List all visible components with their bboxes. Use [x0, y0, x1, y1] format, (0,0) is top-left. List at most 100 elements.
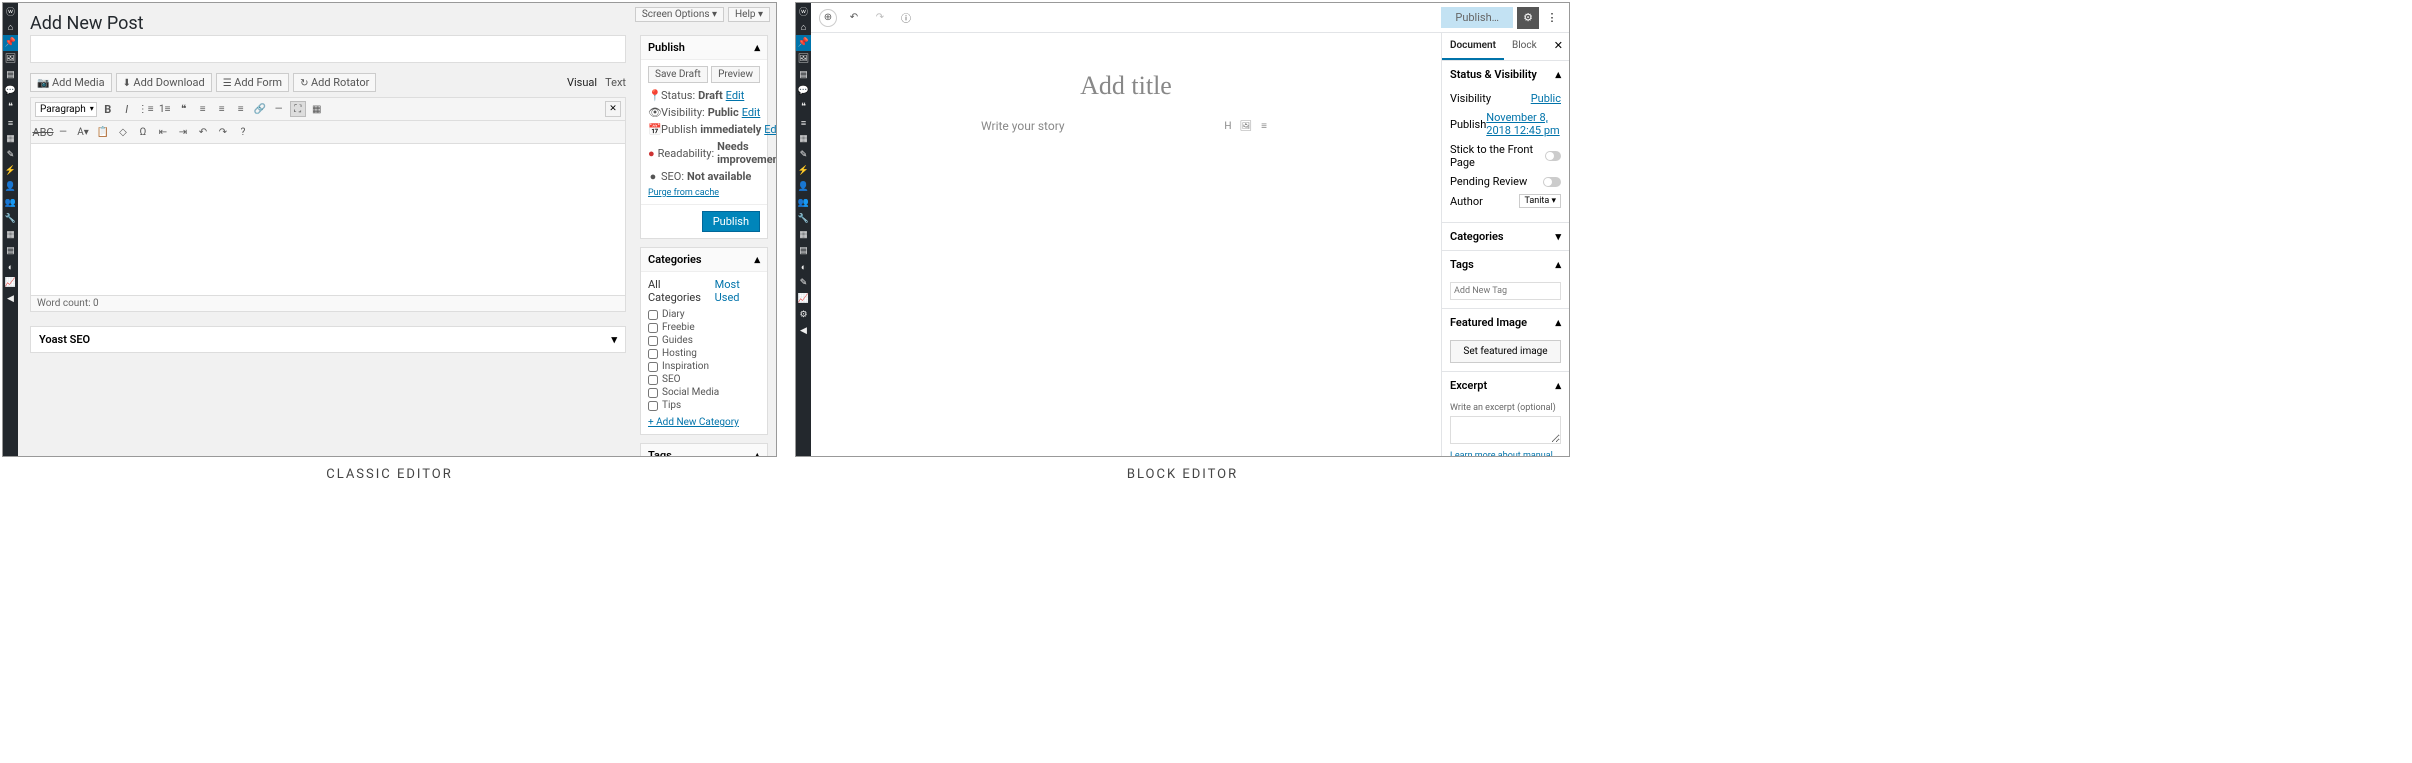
- tbl-icon[interactable]: ▦: [796, 227, 811, 243]
- auth-select[interactable]: Tanita ▾: [1519, 194, 1561, 208]
- cats-most-tab[interactable]: Most Used: [715, 278, 760, 304]
- category-item[interactable]: Hosting: [648, 348, 760, 359]
- cat-checkbox[interactable]: [648, 375, 658, 385]
- users-icon[interactable]: 👥: [3, 195, 18, 211]
- title-placeholder[interactable]: Add title: [811, 71, 1441, 101]
- block-tab[interactable]: Block: [1504, 33, 1545, 60]
- toolbar-toggle-icon[interactable]: ▦: [309, 101, 325, 117]
- feat-toggle[interactable]: ▴: [1555, 316, 1561, 329]
- cat-checkbox[interactable]: [648, 349, 658, 359]
- pend-toggle[interactable]: [1543, 177, 1561, 187]
- image-icon[interactable]: 🖼: [1239, 119, 1253, 133]
- chart-icon[interactable]: 📈: [3, 275, 18, 291]
- editor-textarea[interactable]: [30, 144, 626, 296]
- category-item[interactable]: Diary: [648, 309, 760, 320]
- tool-icon[interactable]: 🔧: [796, 211, 811, 227]
- strike-icon[interactable]: ABC: [35, 124, 51, 140]
- tags-toggle[interactable]: ▴: [754, 449, 760, 457]
- pub-edit[interactable]: Edit: [764, 123, 777, 136]
- help-tab[interactable]: Help ▾: [728, 7, 770, 22]
- list-icon[interactable]: ≡: [3, 115, 18, 131]
- tags-toggle[interactable]: ▴: [1555, 258, 1561, 271]
- category-item[interactable]: Social Media: [648, 387, 760, 398]
- list-icon[interactable]: ≡: [1257, 119, 1271, 133]
- gb-publish-btn[interactable]: Publish…: [1441, 7, 1513, 28]
- publish-toggle[interactable]: ▴: [754, 41, 760, 54]
- collapse-icon[interactable]: ◀: [796, 323, 811, 339]
- post-title-input[interactable]: [30, 35, 626, 63]
- story-placeholder[interactable]: Write your story: [981, 119, 1217, 133]
- pages-icon[interactable]: ▤: [3, 67, 18, 83]
- fullscreen-icon[interactable]: ⛶: [290, 101, 306, 117]
- hr-icon[interactable]: —: [55, 124, 71, 140]
- info-icon[interactable]: ⓘ: [897, 9, 915, 27]
- undo-icon[interactable]: ↶: [195, 124, 211, 140]
- ul-icon[interactable]: ⋮≡: [138, 101, 154, 117]
- brush-icon[interactable]: ✎: [3, 147, 18, 163]
- media-icon[interactable]: 🖼: [796, 51, 811, 67]
- italic-icon[interactable]: I: [119, 101, 135, 117]
- add-form-btn[interactable]: ☰ Add Form: [216, 73, 289, 92]
- circle-icon[interactable]: ◐: [3, 259, 18, 275]
- tags-input[interactable]: [1450, 282, 1561, 300]
- dash-icon[interactable]: ⌂: [796, 19, 811, 35]
- document-tab[interactable]: Document: [1442, 33, 1504, 60]
- more-icon[interactable]: ⋮: [1543, 7, 1561, 29]
- align-center-icon[interactable]: ≡: [214, 101, 230, 117]
- format-select[interactable]: Paragraph: [35, 102, 97, 117]
- redo-icon[interactable]: ↷: [215, 124, 231, 140]
- text-tab[interactable]: Text: [605, 76, 626, 89]
- set-feat-btn[interactable]: Set featured image: [1450, 340, 1561, 363]
- db-icon[interactable]: ▤: [796, 243, 811, 259]
- outdent-icon[interactable]: ⇤: [155, 124, 171, 140]
- tbl-icon[interactable]: ▦: [3, 227, 18, 243]
- category-item[interactable]: Inspiration: [648, 361, 760, 372]
- char-icon[interactable]: Ω: [135, 124, 151, 140]
- category-item[interactable]: Guides: [648, 335, 760, 346]
- comment-icon[interactable]: 💬: [3, 83, 18, 99]
- pin-icon[interactable]: 📌: [3, 35, 18, 51]
- undo-icon[interactable]: ↶: [845, 9, 863, 27]
- paste-icon[interactable]: 📋: [95, 124, 111, 140]
- cats-toggle[interactable]: ▾: [1555, 230, 1561, 243]
- purge-link[interactable]: Purge from cache: [648, 188, 719, 198]
- pin-icon[interactable]: 📌: [796, 35, 811, 51]
- yoast-toggle[interactable]: ▾: [611, 333, 617, 346]
- publish-btn[interactable]: Publish: [702, 211, 760, 232]
- link-icon[interactable]: 🔗: [252, 101, 268, 117]
- plugin-icon[interactable]: ⚡: [796, 163, 811, 179]
- cat-checkbox[interactable]: [648, 362, 658, 372]
- users-icon[interactable]: 👥: [796, 195, 811, 211]
- clear-icon[interactable]: ◇: [115, 124, 131, 140]
- collapse-icon[interactable]: ◀: [3, 291, 18, 307]
- add-rotator-btn[interactable]: ↻ Add Rotator: [293, 73, 376, 92]
- visual-tab[interactable]: Visual: [567, 76, 597, 89]
- add-download-btn[interactable]: ⬇ Add Download: [116, 73, 212, 92]
- media-icon[interactable]: 🖼: [3, 51, 18, 67]
- more-icon[interactable]: —: [271, 101, 287, 117]
- vis-val[interactable]: Public: [1531, 92, 1561, 105]
- cat-checkbox[interactable]: [648, 401, 658, 411]
- user-icon[interactable]: 👤: [796, 179, 811, 195]
- stick-toggle[interactable]: [1545, 151, 1561, 161]
- cat-checkbox[interactable]: [648, 310, 658, 320]
- save-draft-btn[interactable]: Save Draft: [648, 66, 708, 83]
- exc-toggle[interactable]: ▴: [1555, 379, 1561, 392]
- cat-checkbox[interactable]: [648, 388, 658, 398]
- gear-icon[interactable]: ⚙: [796, 307, 811, 323]
- align-left-icon[interactable]: ≡: [195, 101, 211, 117]
- ol-icon[interactable]: 1≡: [157, 101, 173, 117]
- category-item[interactable]: Freebie: [648, 322, 760, 333]
- quote-icon[interactable]: ❝: [796, 99, 811, 115]
- brush-icon[interactable]: ✎: [796, 147, 811, 163]
- dash-icon[interactable]: ⌂: [3, 19, 18, 35]
- comment-icon[interactable]: 💬: [796, 83, 811, 99]
- quote-icon[interactable]: ❝: [176, 101, 192, 117]
- status-edit[interactable]: Edit: [726, 89, 745, 102]
- settings-icon[interactable]: ⚙: [1517, 7, 1539, 29]
- list-icon[interactable]: ≡: [796, 115, 811, 131]
- grid-icon[interactable]: ▦: [3, 131, 18, 147]
- tool-icon[interactable]: 🔧: [3, 211, 18, 227]
- cats-all-tab[interactable]: All Categories: [648, 278, 707, 304]
- pages-icon[interactable]: ▤: [796, 67, 811, 83]
